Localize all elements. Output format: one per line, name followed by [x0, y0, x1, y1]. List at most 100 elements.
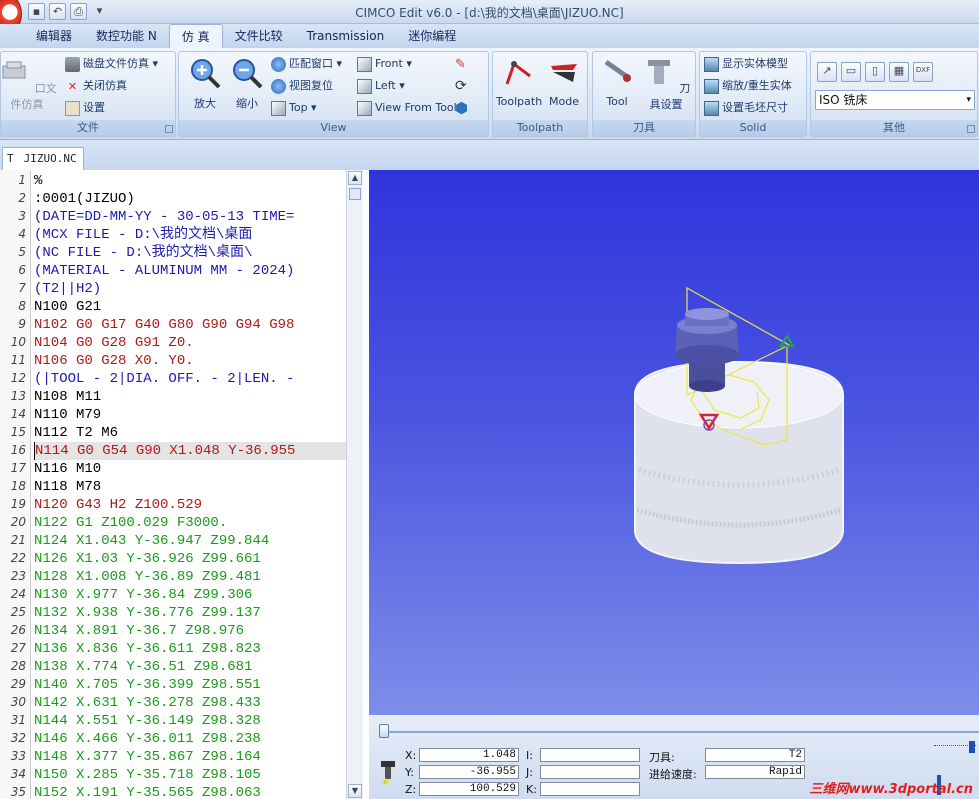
mode-icon: [551, 64, 577, 82]
view-from-tool-button[interactable]: View From Tool: [357, 98, 457, 118]
view-reset-button[interactable]: 视图复位: [271, 76, 333, 96]
code-line[interactable]: N146 X.466 Y-36.011 Z98.238: [34, 730, 261, 748]
zoom-in-button[interactable]: 放大: [185, 56, 225, 111]
code-line[interactable]: N148 X.377 Y-35.867 Z98.164: [34, 748, 261, 766]
file-simulation-button[interactable]: 口文件仿真: [0, 56, 59, 112]
code-line[interactable]: N132 X.938 Y-36.776 Z99.137: [34, 604, 261, 622]
code-line[interactable]: N106 G0 G28 X0. Y0.: [34, 352, 194, 370]
code-line[interactable]: N134 X.891 Y-36.7 Z98.976: [34, 622, 244, 640]
group-toolpath: Toolpath Mode Toolpath: [492, 51, 588, 137]
dxf-icon[interactable]: DXF: [913, 62, 933, 82]
top-view-button[interactable]: Top ▾: [271, 98, 317, 118]
title-bar: ▪ ↶ ⎙ ▾ CIMCO Edit v6.0 - [d:\我的文档\桌面\JI…: [0, 0, 979, 34]
tool-settings-icon: [647, 60, 670, 84]
line-number: 15: [10, 425, 26, 439]
line-number: 17: [10, 461, 26, 475]
close-simulation-button[interactable]: ✕ 关闭仿真: [65, 76, 127, 96]
code-line[interactable]: N112 T2 M6: [34, 424, 118, 442]
code-line[interactable]: (T2||H2): [34, 280, 101, 298]
simulation-slider-track[interactable]: [383, 731, 979, 733]
simulation-viewport[interactable]: [369, 170, 979, 715]
code-area[interactable]: %:0001(JIZUO) (DATE=DD-MM-YY - 30-05-13 T…: [34, 170, 346, 799]
code-line[interactable]: N122 G1 Z100.029 F3000.: [34, 514, 227, 532]
group-other: ↗ ▭ ▯ ▦ DXF ISO 铣床 ▾ 其他: [810, 51, 978, 137]
front-view-button[interactable]: Front ▾: [357, 54, 412, 74]
stock-size-icon: [704, 100, 719, 116]
simulation-slider-thumb[interactable]: [379, 724, 389, 738]
show-solid-model-button[interactable]: 显示实体模型: [704, 54, 788, 74]
dialog-launcher-icon[interactable]: [165, 125, 173, 133]
tool-button[interactable]: Tool: [595, 56, 639, 108]
left-view-button[interactable]: Left ▾: [357, 76, 405, 96]
zoom-regen-solid-button[interactable]: 缩放/重生实体: [704, 76, 792, 96]
solid-view-button[interactable]: ⬢: [455, 98, 470, 118]
line-number: 14: [10, 407, 26, 421]
tab-editor[interactable]: 编辑器: [24, 24, 84, 48]
code-line[interactable]: N150 X.285 Y-35.718 Z98.105: [34, 766, 261, 784]
code-line[interactable]: N120 G43 H2 Z100.529: [34, 496, 202, 514]
scroll-down-icon[interactable]: ▼: [348, 784, 362, 798]
code-line[interactable]: N102 G0 G17 G40 G80 G90 G94 G98: [34, 316, 294, 334]
y-value: -36.955: [419, 765, 519, 779]
tool-settings-button[interactable]: 刀具设置: [637, 56, 695, 112]
line-number: 12: [10, 371, 26, 385]
code-line[interactable]: N144 X.551 Y-36.149 Z98.328: [34, 712, 261, 730]
code-line[interactable]: N136 X.836 Y-36.611 Z98.823: [34, 640, 261, 658]
code-line[interactable]: N152 X.191 Y-35.565 Z98.063: [34, 784, 261, 799]
tab-file-compare[interactable]: 文件比较: [223, 24, 295, 48]
code-line[interactable]: N110 M79: [34, 406, 101, 424]
tab-transmission[interactable]: Transmission: [295, 24, 397, 48]
code-line[interactable]: (MCX FILE - D:\我的文档\桌面: [34, 226, 252, 244]
pencil-button[interactable]: ✎: [455, 54, 470, 74]
code-line[interactable]: N116 M10: [34, 460, 101, 478]
grid-icon[interactable]: ▦: [889, 62, 909, 82]
tab-nc-functions[interactable]: 数控功能 N: [84, 24, 169, 48]
code-line[interactable]: N100 G21: [34, 298, 101, 316]
fit-window-button[interactable]: 匹配窗口 ▾: [271, 54, 342, 74]
code-line[interactable]: %: [34, 172, 42, 190]
j-label: J:: [526, 766, 533, 779]
settings-button[interactable]: 设置: [65, 98, 105, 118]
tab-simulation[interactable]: 仿 真: [168, 24, 223, 48]
editor-scrollbar[interactable]: ▲ ▼: [346, 170, 363, 799]
scroll-thumb[interactable]: [349, 188, 361, 200]
code-line[interactable]: (NC FILE - D:\我的文档\桌面\: [34, 244, 252, 262]
code-editor[interactable]: 1 2 3 4 5 6 7 8 9 10 11 12 13 14 15 16 17 18 19 20 21 22 23 24 2…: [0, 170, 363, 799]
disk-file-simulation-button[interactable]: 磁盘文件仿真 ▾: [65, 54, 158, 74]
code-line[interactable]: N124 X1.043 Y-36.947 Z99.844: [34, 532, 269, 550]
code-line[interactable]: N130 X.977 Y-36.84 Z99.306: [34, 586, 252, 604]
code-line[interactable]: N108 M11: [34, 388, 101, 406]
rotate-button[interactable]: ⟳: [455, 76, 470, 96]
code-line[interactable]: (MATERIAL - ALUMINUM MM - 2024): [34, 262, 294, 280]
toolpath-button[interactable]: Toolpath: [495, 56, 543, 108]
scroll-up-icon[interactable]: ▲: [348, 171, 362, 185]
line-number: 25: [10, 605, 26, 619]
zoom-out-button[interactable]: 缩小: [227, 56, 267, 111]
speed-slider-thumb[interactable]: [969, 741, 975, 753]
tab-mini-programming[interactable]: 迷你编程: [396, 24, 468, 48]
code-line[interactable]: (|TOOL - 2|DIA. OFF. - 2|LEN. -: [34, 370, 294, 388]
bmp-icon[interactable]: ▭: [841, 62, 861, 82]
line-number: 7: [18, 281, 26, 295]
page-icon[interactable]: ▯: [865, 62, 885, 82]
code-line[interactable]: N118 M78: [34, 478, 101, 496]
code-line[interactable]: N128 X1.008 Y-36.89 Z99.481: [34, 568, 261, 586]
code-line[interactable]: N126 X1.03 Y-36.926 Z99.661: [34, 550, 261, 568]
code-line[interactable]: N142 X.631 Y-36.278 Z98.433: [34, 694, 261, 712]
code-line[interactable]: (DATE=DD-MM-YY - 30-05-13 TIME=: [34, 208, 294, 226]
code-line[interactable]: :0001(JIZUO): [34, 190, 135, 208]
document-tab-label: JIZUO.NC: [23, 152, 77, 165]
current-code-line[interactable]: N114 G0 G54 G90 X1.048 Y-36.955: [34, 442, 346, 460]
tab-jizuo-nc[interactable]: T JIZUO.NC: [2, 147, 84, 170]
code-line[interactable]: N138 X.774 Y-36.51 Z98.681: [34, 658, 252, 676]
curve-icon[interactable]: ↗: [817, 62, 837, 82]
group-other-label: 其他: [811, 120, 977, 136]
mode-button[interactable]: Mode: [541, 56, 587, 108]
code-line[interactable]: N104 G0 G28 G91 Z0.: [34, 334, 194, 352]
dialog-launcher-icon[interactable]: [967, 125, 975, 133]
stock-size-button[interactable]: 设置毛坯尺寸: [704, 98, 788, 118]
line-number: 19: [10, 497, 26, 511]
code-line[interactable]: N140 X.705 Y-36.399 Z98.551: [34, 676, 261, 694]
machine-type-select[interactable]: ISO 铣床 ▾: [815, 90, 975, 110]
line-number: 16: [10, 443, 26, 457]
